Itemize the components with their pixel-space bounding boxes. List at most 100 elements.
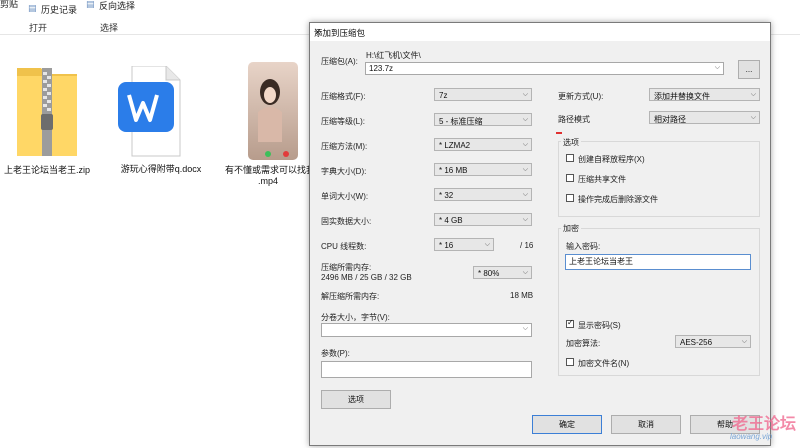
archive-name-value: 123.7z (369, 64, 394, 73)
watermark-url: laowang.vip (730, 432, 773, 441)
sfx-checkbox[interactable] (566, 154, 574, 162)
chevron-down-icon: ⌵ (750, 114, 756, 121)
file-zip[interactable]: 上老王论坛当老王.zip (4, 62, 90, 182)
video-thumbnail (248, 62, 298, 160)
shared-label: 压缩共享文件 (578, 175, 626, 184)
group-open-label: 打开 (29, 23, 48, 33)
params-input[interactable] (321, 361, 532, 378)
path-mode-value: 相对路径 (654, 115, 686, 124)
chevron-down-icon: ⌵ (522, 269, 528, 276)
invert-select-icon: ▤ (86, 0, 95, 9)
close-icon[interactable]: ✕ (314, 27, 762, 38)
cut-label[interactable]: 剪贴 (0, 0, 18, 10)
shared-checkbox[interactable] (566, 174, 574, 182)
file-mp4-name-line2: .mp4 (257, 176, 278, 186)
password-value: 上老王论坛当老王 (569, 257, 633, 266)
file-docx-name: 游玩心得附带q.docx (120, 164, 202, 174)
show-password-checkbox[interactable]: ✓ (566, 318, 574, 328)
file-docx[interactable]: 游玩心得附带q.docx (118, 66, 204, 181)
dict-label: 字典大小(D): (321, 167, 367, 176)
mem-percent-value: * 80% (478, 269, 500, 278)
enc-method-label: 加密算法: (566, 339, 601, 348)
decomp-mem-label: 解压缩所需内存: (321, 292, 380, 301)
word-label: 单词大小(W): (321, 192, 369, 201)
show-password-label: 显示密码(S) (578, 321, 621, 330)
zip-folder-icon (17, 68, 77, 156)
enc-names-checkbox[interactable] (566, 358, 574, 366)
add-to-archive-dialog: 添加到压缩包 ✕ 压缩包(A): H:\红飞机\文件\ 123.7z ⌵ ...… (309, 22, 771, 446)
solid-select[interactable]: * 4 GB ⌵ (434, 213, 532, 226)
history-icon: ▤ (28, 3, 37, 13)
split-combo[interactable]: ⌵ (321, 323, 532, 337)
chevron-down-icon: ⌵ (522, 116, 528, 123)
delete-label: 操作完成后删除源文件 (578, 195, 658, 204)
chevron-down-icon: ⌵ (522, 91, 528, 98)
format-select[interactable]: 7z ⌵ (434, 88, 532, 101)
word-select[interactable]: * 32 ⌵ (434, 188, 532, 201)
encryption-group-title: 加密 (561, 223, 581, 234)
red-marker (556, 132, 562, 134)
chevron-down-icon: ⌵ (522, 141, 528, 148)
update-label: 更新方式(U): (558, 92, 604, 101)
level-value: 5 - 标准压缩 (439, 117, 483, 126)
archive-path: H:\红飞机\文件\ (366, 51, 421, 60)
format-value: 7z (439, 91, 448, 100)
path-mode-select[interactable]: 相对路径 ⌵ (649, 111, 760, 124)
solid-label: 固实数据大小: (321, 217, 372, 226)
chevron-down-icon: ⌵ (714, 64, 720, 71)
chevron-down-icon: ⌵ (522, 166, 528, 173)
archive-label: 压缩包(A): (321, 57, 358, 66)
history-button[interactable]: 历史记录 (41, 3, 77, 16)
cpu-label: CPU 线程数: (321, 242, 367, 251)
watermark-logo: 老王论坛 (732, 416, 797, 433)
file-mp4-name-line1: 有不懂或需求可以找我 (224, 165, 315, 175)
mem-percent-select[interactable]: * 80% ⌵ (473, 266, 532, 279)
password-label: 输入密码: (566, 242, 601, 251)
method-select[interactable]: * LZMA2 ⌵ (434, 138, 532, 151)
options-group-title: 选项 (561, 137, 581, 148)
params-label: 参数(P): (321, 349, 350, 358)
chevron-down-icon: ⌵ (522, 216, 528, 223)
chevron-down-icon: ⌵ (484, 241, 490, 248)
delete-checkbox[interactable] (566, 194, 574, 202)
invert-selection-button[interactable]: 反向选择 (99, 0, 135, 12)
dict-value: * 16 MB (439, 166, 468, 175)
level-select[interactable]: 5 - 标准压缩 ⌵ (434, 113, 532, 126)
file-mp4[interactable]: 有不懂或需求可以找我 .mp4 (225, 62, 315, 188)
method-value: * LZMA2 (439, 141, 471, 150)
chevron-down-icon: ⌵ (522, 325, 528, 332)
mem-value: 2496 MB / 25 GB / 32 GB (321, 273, 412, 282)
dialog-titlebar: 添加到压缩包 ✕ (310, 23, 770, 41)
docx-file-icon (118, 66, 181, 157)
dict-select[interactable]: * 16 MB ⌵ (434, 163, 532, 176)
enc-names-label: 加密文件名(N) (578, 359, 630, 368)
browse-button[interactable]: ... (738, 60, 760, 79)
path-mode-label: 路径模式 (558, 115, 590, 124)
level-label: 压缩等级(L): (321, 117, 365, 126)
decomp-mem-value: 18 MB (510, 291, 534, 300)
cpu-select[interactable]: * 16 ⌵ (434, 238, 494, 251)
chevron-down-icon: ⌵ (750, 91, 756, 98)
chevron-down-icon: ⌵ (741, 338, 747, 345)
cpu-value: * 16 (439, 241, 454, 250)
update-select[interactable]: 添加并替换文件 ⌵ (649, 88, 760, 101)
sfx-label: 创建自释放程序(X) (578, 155, 645, 164)
split-label: 分卷大小，字节(V): (321, 313, 390, 322)
method-label: 压缩方法(M): (321, 142, 368, 151)
options-button[interactable]: 选项 (321, 390, 391, 409)
group-select-label: 选择 (100, 23, 119, 33)
cpu-total: / 16 (520, 241, 534, 250)
enc-method-value: AES-256 (680, 338, 713, 347)
format-label: 压缩格式(F): (321, 92, 366, 101)
chevron-down-icon: ⌵ (522, 191, 528, 198)
archive-name-combo[interactable]: 123.7z ⌵ (365, 62, 724, 75)
checkmark-icon: ✓ (567, 318, 574, 327)
cancel-button[interactable]: 取消 (611, 415, 681, 434)
word-value: * 32 (439, 191, 454, 200)
ok-button[interactable]: 确定 (532, 415, 602, 434)
solid-value: * 4 GB (439, 216, 463, 225)
update-value: 添加并替换文件 (654, 92, 710, 101)
password-input[interactable]: 上老王论坛当老王 (565, 254, 751, 270)
enc-method-select[interactable]: AES-256 ⌵ (675, 335, 751, 348)
file-zip-name: 上老王论坛当老王.zip (4, 165, 91, 175)
